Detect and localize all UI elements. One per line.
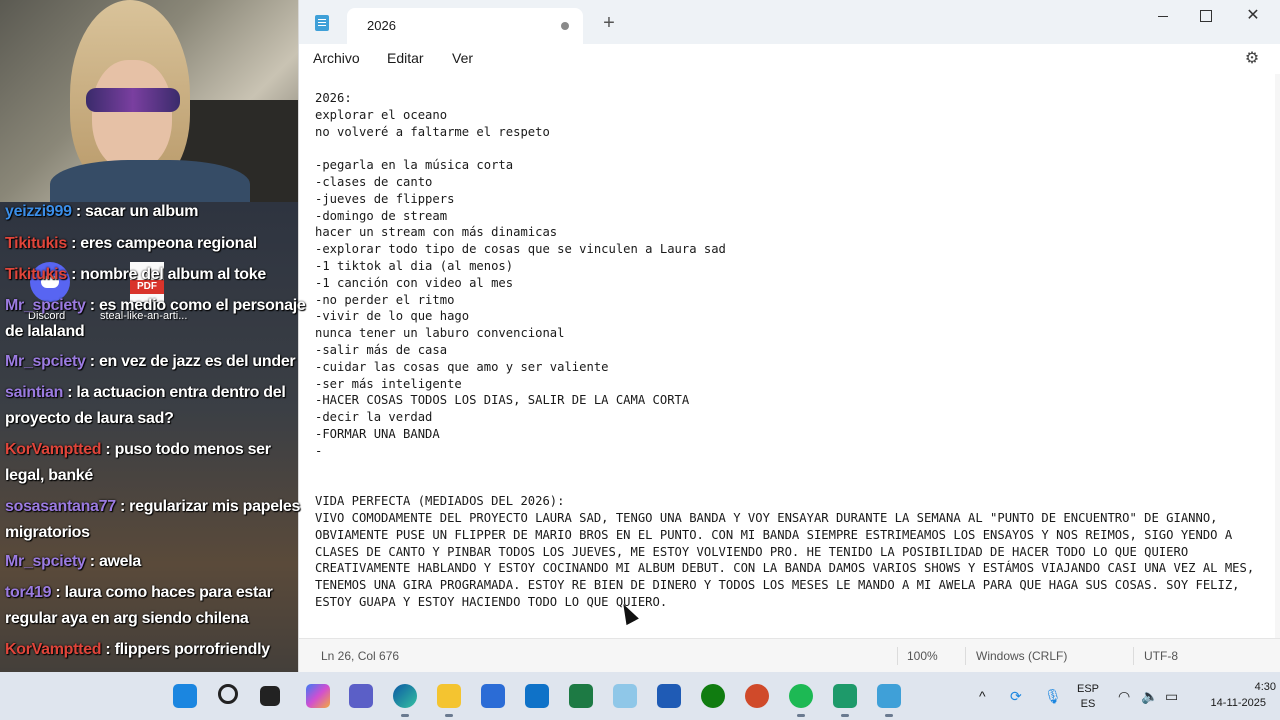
keyboard-layout[interactable]: ES [1076,698,1100,710]
chat-username[interactable]: Mr_spciety [5,353,86,370]
chat-username[interactable]: saintian [5,384,63,401]
notepad-taskbar-icon[interactable] [877,684,901,717]
cursor-position: Ln 26, Col 676 [321,649,400,663]
spotify-icon[interactable] [789,684,813,717]
chat-message: KorVamptted : puso todo menos ser legal,… [5,437,295,489]
menu-ver[interactable]: Ver [452,50,473,66]
wifi-icon[interactable]: ◠ [1118,688,1130,705]
status-divider [965,647,966,665]
line-ending[interactable]: Windows (CRLF) [976,649,1067,663]
chat-message: tor419 : laura como haces para estar reg… [5,580,297,632]
notepad-app-icon [315,15,329,31]
chat-message: saintian : la actuacion entra dentro del… [5,380,299,432]
clock-time[interactable]: 4:30 [1200,681,1276,693]
new-tab-button[interactable]: + [599,13,619,34]
edge-icon[interactable] [393,684,417,717]
sunglasses [86,88,180,112]
chat-separator: : [101,441,115,458]
chat-separator: : [115,498,130,515]
chat-message: Mr_spciety : en vez de jazz es del under [5,349,323,375]
chat-text: nombre del album al toke [80,266,266,283]
chat-separator: : [63,384,77,401]
chat-message: Tikitukis : nombre del album al toke [5,262,303,288]
vertical-scrollbar[interactable] [1275,74,1280,638]
chat-message: yeizzi999 : sacar un album [5,199,303,225]
chat-separator: : [85,353,99,370]
menu-bar: Archivo Editar Ver ⚙ [299,44,1280,74]
tab-title: 2026 [367,18,396,33]
mail-icon[interactable] [525,684,549,708]
battery-icon[interactable]: ▭ [1165,688,1178,705]
status-bar: Ln 26, Col 676 100% Windows (CRLF) UTF-8 [299,638,1280,672]
chat-username[interactable]: Tikitukis [5,266,67,283]
chat-username[interactable]: sosasantana77 [5,498,116,515]
chat-separator: : [101,641,115,658]
chat-username[interactable]: yeizzi999 [5,203,72,220]
search-icon[interactable] [218,684,238,704]
tab-document[interactable]: 2026 [347,8,583,44]
volume-icon[interactable]: 🔈 [1141,688,1158,705]
menu-editar[interactable]: Editar [387,50,424,66]
chat-username[interactable]: Mr_spciety [5,553,86,570]
settings-gear-icon[interactable]: ⚙ [1243,50,1261,68]
chat-text: eres campeona regional [80,235,257,252]
teams-icon[interactable] [349,684,373,708]
chat-username[interactable]: Tikitukis [5,235,67,252]
chat-username[interactable]: KorVamptted [5,641,102,658]
powerpoint-icon[interactable] [745,684,769,708]
language-code[interactable]: ESP [1076,683,1100,695]
clock-date[interactable]: 14-11-2025 [1190,697,1266,709]
status-divider [1133,647,1134,665]
xbox-icon[interactable] [701,684,725,708]
file-explorer-icon[interactable] [437,684,461,717]
chat-message: KorVamptted : flippers porrofriendly [5,637,303,663]
zoom-level[interactable]: 100% [907,649,938,663]
chat-text: en vez de jazz es del under [98,353,296,370]
chat-message: Mr_spciety : es medio como el personaje … [5,293,323,345]
taskbar: ^ ⟳ 🎙 ESP ES ◠ 🔈 ▭ 4:30 14-11-2025 [0,672,1280,720]
sync-icon[interactable]: ⟳ [1010,688,1022,705]
chat-separator: : [66,266,81,283]
chat-username[interactable]: KorVamptted [5,441,102,458]
microsoft-store-icon[interactable] [481,684,505,708]
discord-app-icon[interactable] [833,684,857,717]
chat-separator: : [66,235,81,252]
notepad-window: 2026 + ✕ Archivo Editar Ver ⚙ 2026: expl… [298,0,1280,672]
word-icon[interactable] [657,684,681,708]
text-editor[interactable]: 2026: explorar el oceano no volveré a fa… [299,74,1275,638]
chat-username[interactable]: tor419 [5,584,52,601]
chat-username[interactable]: Mr_spciety [5,297,86,314]
chat-message: sosasantana77 : regularizar mis papeles … [5,494,305,546]
close-button[interactable]: ✕ [1231,6,1275,26]
show-hidden-icons-chevron-icon[interactable]: ^ [979,688,986,704]
title-bar: 2026 + ✕ [299,0,1280,44]
chat-separator: : [51,584,65,601]
minimize-button[interactable] [1141,6,1185,26]
menu-archivo[interactable]: Archivo [313,50,360,66]
photos-icon[interactable] [613,684,637,708]
chat-separator: : [71,203,86,220]
chat-text: awela [98,553,142,570]
chat-text: sacar un album [85,203,199,220]
task-view-icon[interactable] [260,686,280,706]
copilot-icon[interactable] [306,684,330,708]
maximize-button[interactable] [1183,6,1227,26]
excel-icon[interactable] [569,684,593,708]
encoding[interactable]: UTF-8 [1144,649,1178,663]
chat-separator: : [85,297,99,314]
document-text[interactable]: 2026: explorar el oceano no volveré a fa… [315,90,1265,611]
chat-text: flippers porrofriendly [114,641,271,658]
unsaved-dot-icon[interactable] [561,22,569,30]
windows-start-icon[interactable] [173,684,197,708]
streamer-face [92,60,172,170]
webcam-feed [0,0,298,202]
chat-separator: : [85,553,99,570]
chat-message: Mr_spciety : awela [5,549,303,575]
microphone-icon[interactable]: 🎙 [1044,688,1062,705]
streamer-shirt [50,160,250,202]
chat-message: Tikitukis : eres campeona regional [5,231,303,257]
status-divider [897,647,898,665]
